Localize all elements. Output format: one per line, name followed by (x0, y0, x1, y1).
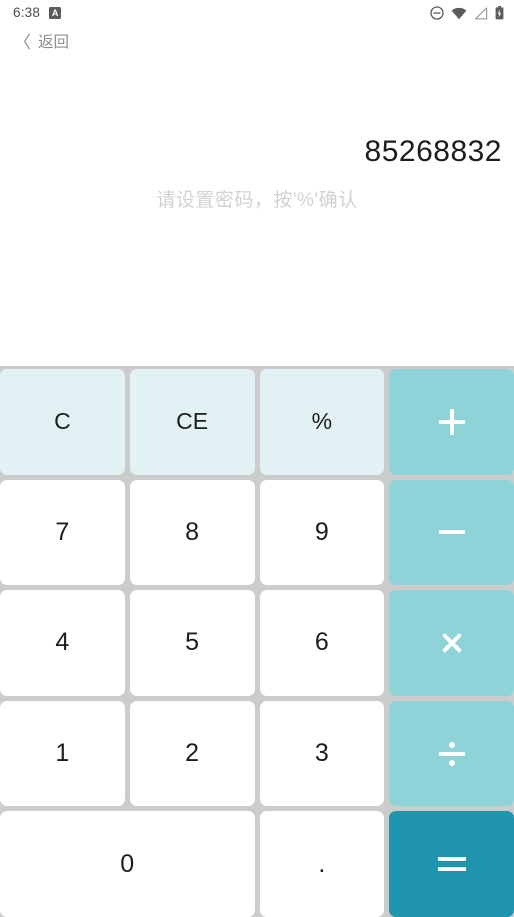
calculator-screen: 6:38 A 〈 返回 85268832 请设置密码，按'%'确认 C CE %… (0, 0, 514, 917)
key-5[interactable]: 5 (129, 590, 255, 696)
app-notification-icon: A (49, 7, 62, 19)
key-9[interactable]: 9 (259, 479, 385, 586)
key-0[interactable]: 0 (0, 811, 255, 917)
multiply-icon (440, 631, 464, 655)
key-1-label: 1 (55, 739, 70, 768)
key-decimal[interactable]: . (259, 811, 385, 917)
key-minus[interactable] (389, 479, 514, 586)
key-1[interactable]: 1 (0, 700, 125, 807)
key-clear[interactable]: C (0, 369, 125, 475)
key-0-label: 0 (120, 849, 135, 878)
key-5-label: 5 (185, 628, 200, 657)
signal-icon (474, 6, 488, 20)
key-3-label: 3 (314, 739, 329, 768)
key-7-label: 7 (55, 517, 70, 546)
key-equals[interactable] (389, 811, 514, 917)
key-7[interactable]: 7 (0, 479, 125, 586)
key-6-label: 6 (314, 628, 329, 657)
navigation-bar: 〈 返回 (0, 26, 514, 59)
equals-icon (437, 856, 466, 872)
key-clear-label: C (54, 408, 71, 435)
key-clear-entry-label: CE (176, 408, 209, 435)
minus-icon (438, 530, 465, 535)
key-3[interactable]: 3 (259, 700, 385, 807)
status-bar-left: 6:38 A (13, 5, 62, 21)
key-percent[interactable]: % (259, 369, 385, 475)
back-button-label: 返回 (38, 33, 70, 51)
key-8[interactable]: 8 (129, 479, 255, 586)
status-bar-right (430, 6, 504, 20)
key-decimal-label: . (318, 849, 326, 878)
do-not-disturb-icon (430, 6, 444, 20)
battery-charging-icon (495, 6, 504, 20)
expression-value: 85268832 (364, 135, 502, 168)
calculator-display[interactable]: 85268832 请设置密码，按'%'确认 (0, 59, 514, 366)
key-8-label: 8 (185, 517, 200, 546)
plus-icon (438, 408, 465, 435)
key-divide[interactable] (389, 700, 514, 807)
key-4[interactable]: 4 (0, 590, 125, 696)
key-2[interactable]: 2 (129, 700, 255, 807)
status-bar-clock: 6:38 (13, 5, 41, 21)
key-percent-label: % (311, 408, 333, 435)
calculator-keypad: C CE% 7 8 9 4 5 6 1 2 3 0. (0, 366, 514, 917)
key-9-label: 9 (314, 517, 329, 546)
key-multiply[interactable] (389, 590, 514, 696)
key-6[interactable]: 6 (259, 590, 385, 696)
chevron-left-icon: 〈 (14, 33, 31, 52)
back-button[interactable]: 〈 返回 (14, 34, 69, 51)
key-2-label: 2 (185, 739, 200, 768)
wifi-icon (451, 7, 467, 20)
hint-text: 请设置密码，按'%'确认 (156, 190, 358, 211)
key-clear-entry[interactable]: CE (129, 369, 255, 475)
divide-icon (438, 741, 465, 767)
key-plus[interactable] (389, 369, 514, 475)
key-4-label: 4 (55, 628, 70, 657)
status-bar: 6:38 A (0, 0, 514, 26)
